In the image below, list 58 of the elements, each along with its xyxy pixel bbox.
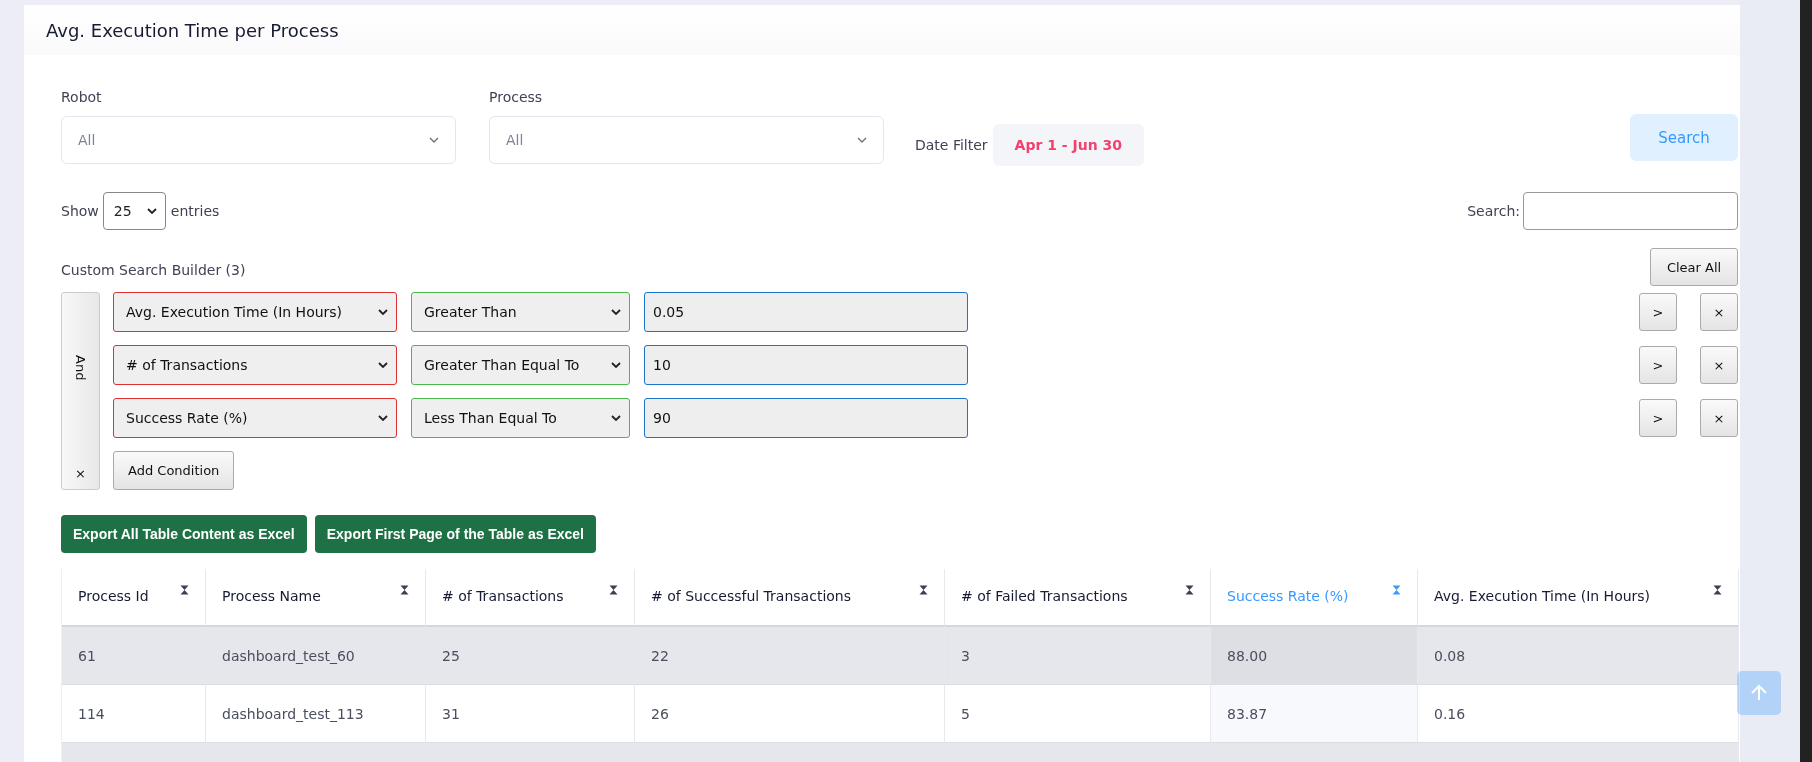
value-field[interactable]: 90: [644, 398, 968, 438]
date-filter-label: Date Filter: [915, 136, 988, 153]
table-cell: 3: [945, 627, 1211, 685]
table-cell: dashboard_test_60: [206, 627, 426, 685]
operator-dropdown[interactable]: Greater Than: [411, 292, 630, 332]
indent-button[interactable]: >: [1639, 346, 1677, 384]
value-field[interactable]: 10: [644, 345, 968, 385]
table-cell: 61: [62, 627, 206, 685]
dropdown-field[interactable]: All: [489, 116, 884, 164]
logic-toggle-button[interactable]: And ×: [61, 292, 100, 490]
sort-icon: [919, 585, 928, 595]
field-dropdown[interactable]: Success Rate (%): [113, 398, 397, 438]
operator-dropdown[interactable]: Greater Than Equal To: [411, 345, 630, 385]
search-label: Search:: [1467, 203, 1520, 219]
chevron-down-icon: [378, 309, 388, 315]
remove-condition-button[interactable]: ×: [1700, 346, 1738, 384]
add-condition-button[interactable]: Add Condition: [113, 451, 235, 490]
field-dropdown[interactable]: Avg. Execution Time (In Hours): [113, 292, 397, 332]
filter-label: Process: [489, 89, 544, 105]
sort-icon: [609, 585, 618, 595]
table-cell: 83.87: [1211, 685, 1418, 743]
sort-icon: [400, 585, 409, 595]
chevron-down-icon: [611, 309, 621, 315]
indent-button[interactable]: >: [1639, 293, 1677, 331]
builder-title: Custom Search Builder (3): [61, 262, 246, 278]
field-dropdown[interactable]: # of Transactions: [113, 345, 397, 385]
sort-icon: [1392, 585, 1401, 595]
remove-condition-button[interactable]: ×: [1700, 293, 1738, 331]
chevron-down-icon: [429, 137, 439, 143]
operator-dropdown[interactable]: Less Than Equal To: [411, 398, 630, 438]
dropdown-field[interactable]: All: [61, 116, 456, 164]
export-excel-button[interactable]: Export All Table Content as Excel: [61, 515, 307, 553]
section-title: Avg. Execution Time per Process: [46, 19, 339, 41]
arrow-up-icon: [1750, 684, 1768, 702]
sort-icon: [1185, 585, 1194, 595]
entries-dropdown[interactable]: 25: [102, 192, 166, 230]
chevron-down-icon: [378, 362, 388, 368]
value-field[interactable]: 0.05: [644, 292, 968, 332]
search-field[interactable]: [1523, 192, 1738, 230]
chevron-down-icon: [146, 208, 157, 214]
entries-label: entries: [170, 203, 220, 219]
export-excel-button[interactable]: Export First Page of the Table as Excel: [314, 515, 596, 553]
chevron-down-icon: [857, 137, 867, 143]
chevron-down-icon: [611, 362, 621, 368]
chevron-down-icon: [611, 415, 621, 421]
table-cell: 88.00: [1211, 627, 1418, 685]
chevron-down-icon: [378, 415, 388, 421]
table-cell: 25: [426, 627, 635, 685]
clear-all-button[interactable]: Clear All: [1650, 248, 1738, 286]
remove-condition-button[interactable]: ×: [1700, 399, 1738, 437]
table-cell: 22: [635, 627, 945, 685]
indent-button[interactable]: >: [1639, 399, 1677, 437]
show-label: Show: [61, 203, 99, 219]
table-cell: 0.08: [1418, 627, 1739, 685]
filter-label: Robot: [61, 89, 103, 105]
sort-icon: [1713, 585, 1722, 595]
sort-icon: [180, 585, 189, 595]
scroll-to-top-button[interactable]: [1737, 671, 1781, 715]
